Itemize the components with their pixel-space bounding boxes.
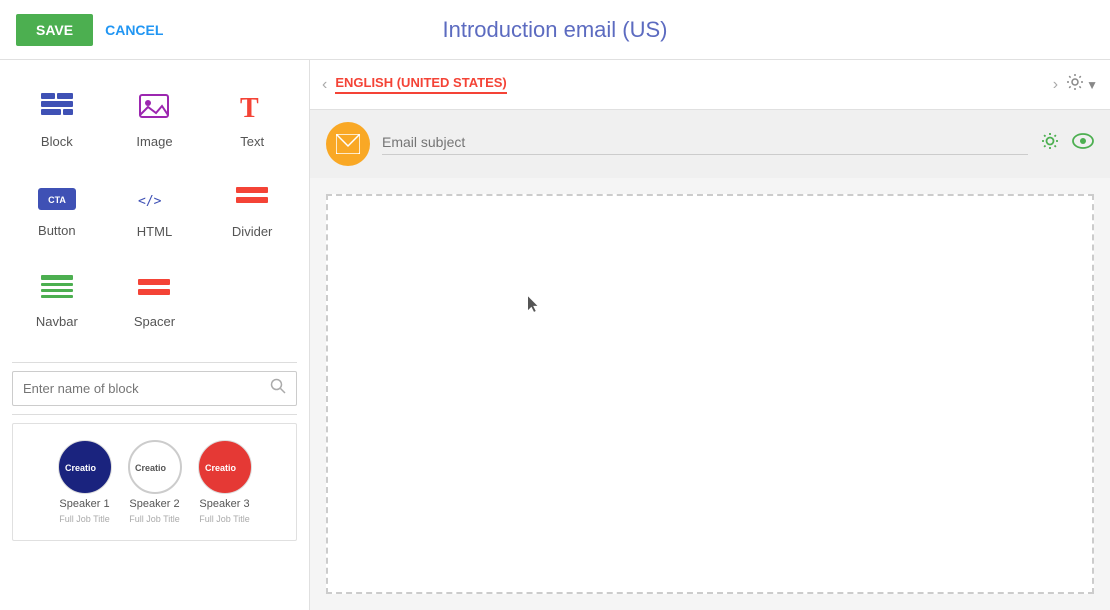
divider-icon (236, 183, 268, 218)
speaker-1-title: Full Job Title (59, 514, 110, 524)
content-area: ‹ ENGLISH (UNITED STATES) › ▼ (310, 60, 1110, 610)
subject-gear-icon[interactable] (1040, 131, 1060, 157)
sidebar-item-spacer[interactable]: Spacer (106, 256, 204, 346)
speaker-avatar-1: Creatio (58, 440, 112, 494)
speaker-avatar-2: Creatio (128, 440, 182, 494)
speaker-3-title: Full Job Title (199, 514, 250, 524)
button-label: Button (38, 223, 76, 238)
divider-label: Divider (232, 224, 272, 239)
save-button[interactable]: SAVE (16, 14, 93, 46)
email-icon (326, 122, 370, 166)
cursor-indicator (528, 296, 540, 314)
block-preview: Creatio Speaker 1 Full Job Title Creatio… (12, 423, 297, 541)
svg-text:</>: </> (138, 194, 162, 209)
image-icon (138, 93, 170, 128)
search-container (12, 371, 297, 406)
sidebar-divider-2 (12, 414, 297, 415)
svg-text:Creatio: Creatio (65, 463, 97, 473)
page-title: Introduction email (US) (443, 17, 668, 43)
lang-bar: ‹ ENGLISH (UNITED STATES) › ▼ (310, 60, 1110, 110)
spacer-icon (138, 273, 170, 308)
sidebar-item-navbar[interactable]: Navbar (8, 256, 106, 346)
speaker-1-name: Speaker 1 (59, 498, 109, 510)
text-icon: T (236, 93, 268, 128)
speaker-item-1: Creatio Speaker 1 Full Job Title (58, 440, 112, 524)
text-label: Text (240, 134, 264, 149)
sidebar-grid: Block Image T (0, 68, 309, 354)
navbar-icon (41, 273, 73, 308)
speaker-3-name: Speaker 3 (199, 498, 249, 510)
lang-prev-arrow[interactable]: ‹ (322, 76, 327, 94)
sidebar-item-text[interactable]: T Text (203, 76, 301, 166)
email-canvas[interactable] (326, 194, 1094, 594)
speaker-2-title: Full Job Title (129, 514, 180, 524)
speaker-2-name: Speaker 2 (129, 498, 179, 510)
sidebar-item-button[interactable]: CTA Button (8, 166, 106, 256)
sidebar-item-divider[interactable]: Divider (203, 166, 301, 256)
block-label: Block (41, 134, 73, 149)
lang-tab-english[interactable]: ENGLISH (UNITED STATES) (335, 75, 506, 94)
block-icon (41, 93, 73, 128)
sidebar-item-image[interactable]: Image (106, 76, 204, 166)
image-label: Image (136, 134, 172, 149)
lang-next-arrow[interactable]: › (1053, 76, 1058, 94)
main-layout: Block Image T (0, 60, 1110, 610)
html-icon: </> (138, 183, 170, 218)
navbar-label: Navbar (36, 314, 78, 329)
lang-dropdown-button[interactable]: ▼ (1086, 78, 1098, 92)
search-icon (270, 378, 286, 399)
speaker-item-2: Creatio Speaker 2 Full Job Title (128, 440, 182, 524)
email-subject-input[interactable] (382, 134, 1028, 155)
svg-text:Creatio: Creatio (205, 463, 237, 473)
search-input[interactable] (23, 381, 270, 396)
sidebar-item-block[interactable]: Block (8, 76, 106, 166)
svg-text:T: T (240, 93, 259, 121)
html-label: HTML (137, 224, 172, 239)
sidebar: Block Image T (0, 60, 310, 610)
sidebar-item-html[interactable]: </> HTML (106, 166, 204, 256)
spacer-label: Spacer (134, 314, 175, 329)
svg-text:CTA: CTA (48, 195, 66, 205)
cancel-button[interactable]: CANCEL (105, 22, 163, 38)
speaker-item-3: Creatio Speaker 3 Full Job Title (198, 440, 252, 524)
subject-eye-icon[interactable] (1072, 132, 1094, 156)
svg-text:Creatio: Creatio (135, 463, 167, 473)
sidebar-divider (12, 362, 297, 363)
lang-settings-button[interactable] (1066, 73, 1084, 96)
button-icon: CTA (38, 185, 76, 217)
speaker-avatar-3: Creatio (198, 440, 252, 494)
email-subject-area (310, 110, 1110, 178)
header: SAVE CANCEL Introduction email (US) (0, 0, 1110, 60)
